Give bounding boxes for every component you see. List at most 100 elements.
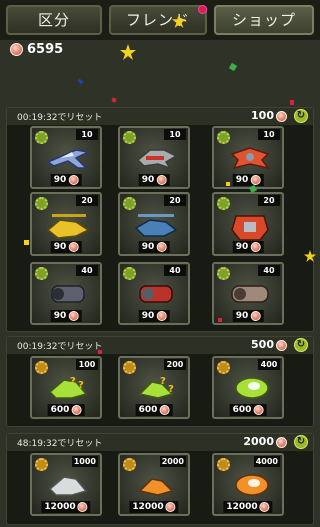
- reset-timer: 00:19:32でリセット: [17, 113, 103, 123]
- item-count: 40: [164, 265, 186, 276]
- refresh-price-value: 500: [251, 338, 274, 351]
- coin-icon: [259, 501, 270, 512]
- item-price: 90: [50, 174, 82, 186]
- yellow-helicopter-icon: [46, 210, 90, 244]
- shop-item-card[interactable]: 40 90: [30, 262, 102, 325]
- shop-item-card[interactable]: 20 90: [118, 192, 190, 256]
- svg-text:?: ?: [160, 376, 166, 387]
- refresh-price: 100: [251, 109, 287, 122]
- coin-icon: [165, 501, 176, 512]
- shop-item-card[interactable]: 2000 12000: [118, 453, 190, 516]
- item-price-value: 12000: [44, 502, 76, 512]
- tab-category-label: 区分: [37, 11, 70, 29]
- coin-icon: [156, 310, 167, 321]
- red-engine-icon: [134, 278, 178, 308]
- coin-icon: [10, 43, 23, 56]
- refresh-icon[interactable]: ↻: [294, 435, 308, 449]
- refresh-icon[interactable]: ↻: [294, 109, 308, 123]
- gear-icon: [217, 197, 230, 210]
- gear-icon: [35, 197, 48, 210]
- orange-pod-icon: [228, 469, 272, 499]
- shop-item-card[interactable]: 40 90: [118, 262, 190, 325]
- item-price-value: 90: [53, 242, 67, 252]
- item-price: 600: [135, 404, 173, 416]
- item-price-value: 90: [141, 311, 155, 321]
- bronze-engine-icon: [228, 278, 272, 308]
- shop-item-card[interactable]: 4000 12000: [212, 453, 284, 516]
- item-price-value: 90: [235, 175, 249, 185]
- item-count: 200: [164, 359, 186, 370]
- refresh-price: 2000: [243, 435, 287, 448]
- item-price: 90: [138, 310, 170, 322]
- star-icon: [120, 44, 136, 60]
- confetti: [77, 78, 84, 85]
- item-price: 90: [50, 241, 82, 253]
- item-count: 40: [76, 265, 98, 276]
- item-price-value: 600: [50, 405, 70, 415]
- item-count: 10: [164, 129, 186, 140]
- shop-item-card[interactable]: 1000 12000: [30, 453, 102, 516]
- coin-balance: 6595: [10, 42, 63, 57]
- shop-item-card[interactable]: 10 90: [30, 126, 102, 189]
- section-header: 00:19:32でリセット 500 ↻: [7, 337, 313, 354]
- svg-text:?: ?: [70, 376, 76, 387]
- item-price: 90: [50, 310, 82, 322]
- shop-item-card[interactable]: 40 90: [212, 262, 284, 325]
- top-tab-bar: 区分 フレンド ショップ: [0, 0, 320, 40]
- refresh-icon[interactable]: ↻: [294, 338, 308, 352]
- item-price-value: 12000: [132, 502, 164, 512]
- mystery-green-plane-icon: ??: [46, 372, 90, 402]
- item-price: 90: [232, 174, 264, 186]
- coin-icon: [250, 310, 261, 321]
- svg-text:?: ?: [168, 384, 174, 395]
- item-price-value: 12000: [226, 502, 258, 512]
- coin-icon: [156, 241, 167, 252]
- confetti: [98, 350, 102, 354]
- shop-item-card[interactable]: 20 90: [212, 192, 284, 256]
- tab-friends[interactable]: フレンド: [109, 5, 207, 35]
- star-icon: [172, 14, 186, 28]
- confetti: [24, 240, 29, 245]
- item-price: 90: [138, 174, 170, 186]
- coin-icon: [276, 110, 287, 122]
- item-count: 20: [164, 195, 186, 206]
- shop-item-card[interactable]: 10 90: [118, 126, 190, 189]
- shop-item-card[interactable]: 100 ?? 600: [30, 356, 102, 419]
- shop-item-card[interactable]: 10 90: [212, 126, 284, 189]
- item-price: 90: [232, 310, 264, 322]
- svg-text:?: ?: [78, 380, 84, 391]
- coin-icon: [68, 174, 79, 185]
- tab-shop[interactable]: ショップ: [214, 5, 314, 35]
- refresh-price-value: 100: [251, 109, 274, 122]
- confetti: [228, 62, 238, 72]
- shop-item-card[interactable]: 20 90: [30, 192, 102, 256]
- shop-item-card[interactable]: 400 600: [212, 356, 284, 419]
- item-price: 600: [229, 404, 267, 416]
- section-header: 00:19:32でリセット 100 ↻: [7, 108, 313, 125]
- red-mech-icon: [228, 210, 272, 244]
- orange-jet-icon: [134, 469, 178, 499]
- coin-icon: [276, 339, 287, 351]
- confetti: [111, 97, 117, 103]
- item-count: 10: [76, 129, 98, 140]
- item-price: 90: [232, 241, 264, 253]
- notification-dot-icon: [198, 5, 207, 14]
- mystery-green-jet-icon: ??: [134, 372, 178, 402]
- coin-icon: [253, 404, 264, 415]
- section-header: 48:19:32でリセット 2000 ↻: [7, 434, 313, 451]
- confetti: [290, 100, 294, 105]
- item-count: 4000: [253, 456, 280, 467]
- grey-engine-icon: [46, 278, 90, 308]
- item-price: 12000: [129, 501, 179, 513]
- item-price: 600: [47, 404, 85, 416]
- refresh-price-value: 2000: [243, 435, 274, 448]
- item-price-value: 90: [141, 175, 155, 185]
- shop-item-card[interactable]: 200 ?? 600: [118, 356, 190, 419]
- item-price-value: 90: [141, 242, 155, 252]
- confetti: [218, 318, 222, 322]
- item-price-value: 90: [53, 175, 67, 185]
- refresh-price: 500: [251, 338, 287, 351]
- tab-category[interactable]: 区分: [6, 5, 102, 35]
- item-count: 2000: [159, 456, 186, 467]
- item-count: 10: [258, 129, 280, 140]
